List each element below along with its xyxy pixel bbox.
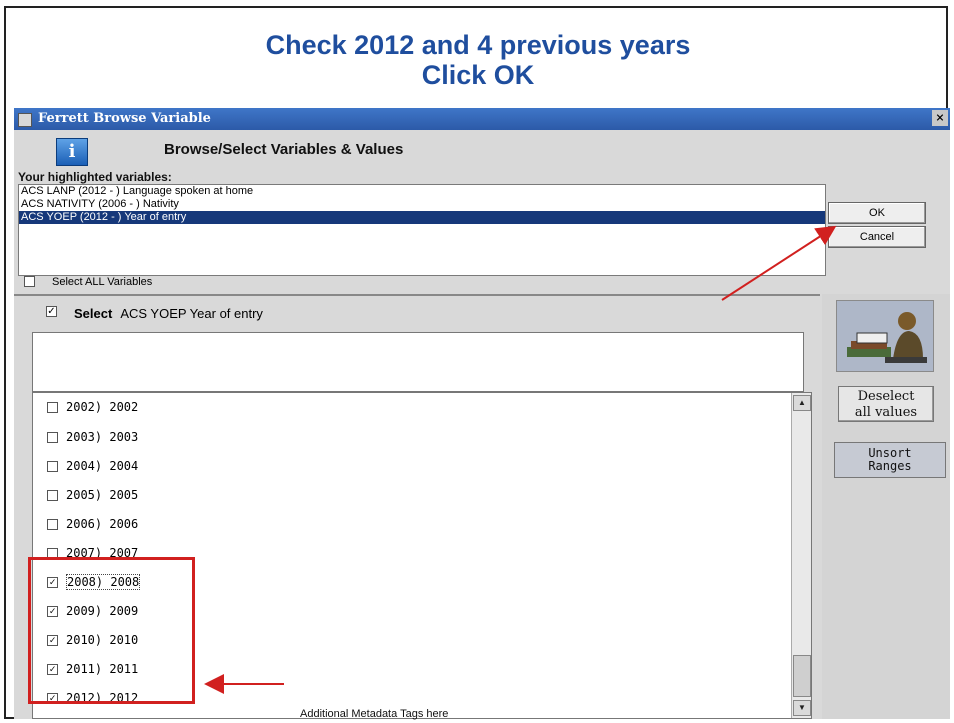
arrow-to-ok: [721, 225, 837, 301]
annotation-arrows: [204, 225, 837, 694]
